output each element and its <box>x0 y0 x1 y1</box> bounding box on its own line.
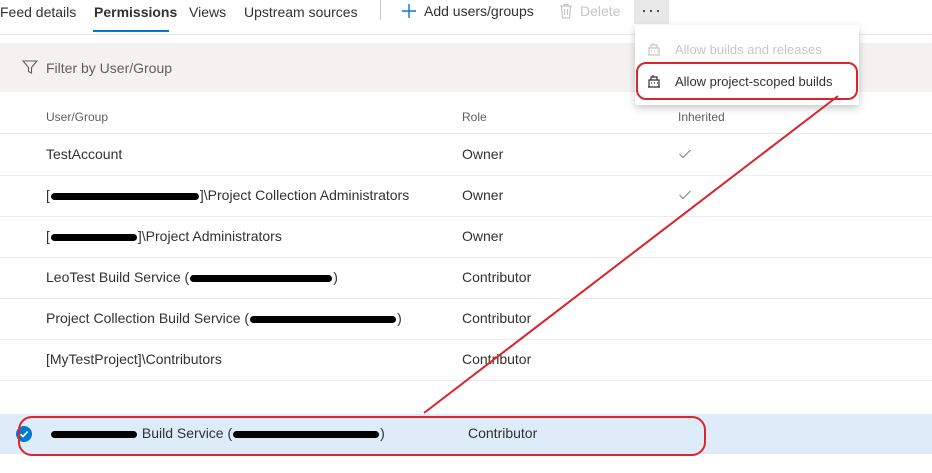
annotation-arrow-line <box>423 95 839 414</box>
